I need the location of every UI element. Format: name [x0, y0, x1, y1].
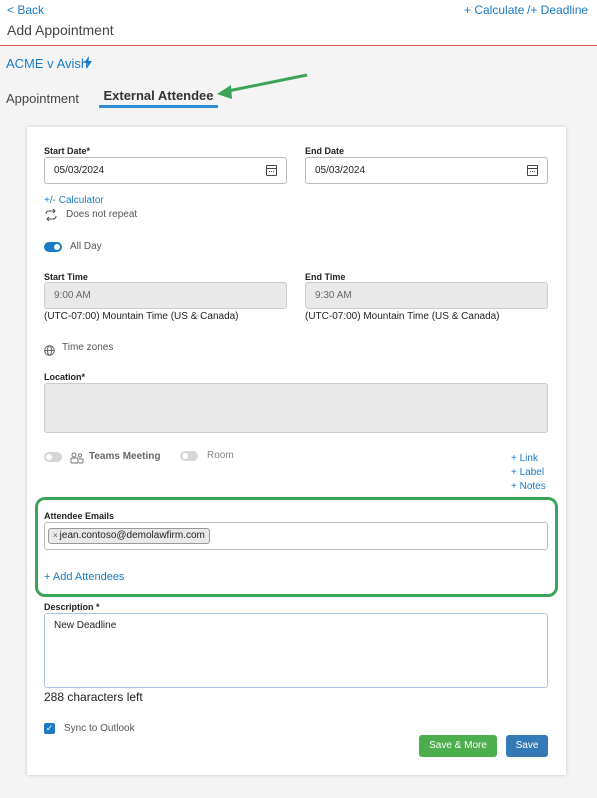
all-day-toggle[interactable] — [44, 242, 62, 252]
add-notes-button[interactable]: + Notes — [511, 481, 546, 492]
remove-icon[interactable]: × — [53, 531, 58, 540]
attendee-emails-label: Attendee Emails — [44, 511, 115, 521]
save-button[interactable]: Save — [506, 735, 548, 757]
case-link[interactable]: ACME v Avish — [6, 56, 88, 71]
room-toggle[interactable] — [180, 451, 198, 461]
calculator-link[interactable]: +/- Calculator — [44, 195, 104, 206]
back-link[interactable]: < Back — [7, 3, 44, 17]
start-date-value: 05/03/2024 — [54, 165, 105, 176]
location-field[interactable] — [44, 383, 548, 433]
repeat-label[interactable]: Does not repeat — [66, 209, 137, 220]
calculate-link[interactable]: + Calculate — [464, 3, 524, 17]
sync-checkbox[interactable]: ✓ — [44, 723, 55, 734]
calendar-icon[interactable] — [266, 165, 277, 176]
end-date-field[interactable]: 05/03/2024 — [305, 157, 548, 184]
end-time-label: End Time — [305, 272, 346, 282]
start-date-field[interactable]: 05/03/2024 — [44, 157, 287, 184]
sync-outlook-label: Sync to Outlook — [64, 723, 135, 734]
room-label: Room — [207, 450, 234, 461]
all-day-label: All Day — [70, 241, 102, 252]
start-timezone: (UTC-07:00) Mountain Time (US & Canada) — [44, 311, 239, 322]
attendee-email: jean.contoso@demolawfirm.com — [59, 530, 205, 541]
add-attendees-link[interactable]: + Add Attendees — [44, 571, 124, 583]
location-label: Location* — [44, 372, 86, 382]
page-title: Add Appointment — [7, 22, 114, 38]
teams-toggle[interactable] — [44, 452, 62, 462]
end-date-value: 05/03/2024 — [315, 165, 366, 176]
repeat-icon — [44, 208, 58, 226]
characters-left: 288 characters left — [44, 690, 143, 704]
description-label: Description * — [44, 602, 100, 612]
time-zones-link[interactable]: Time zones — [62, 342, 113, 353]
calendar-icon[interactable] — [527, 165, 538, 176]
end-timezone: (UTC-07:00) Mountain Time (US & Canada) — [305, 311, 500, 322]
start-time-field[interactable]: 9:00 AM — [44, 282, 287, 309]
globe-icon — [44, 343, 55, 361]
attendee-chip[interactable]: × jean.contoso@demolawfirm.com — [48, 528, 210, 544]
start-date-label: Start Date* — [44, 146, 91, 156]
tab-appointment[interactable]: Appointment — [6, 91, 79, 106]
teams-icon — [70, 451, 84, 469]
save-and-more-button[interactable]: Save & More — [419, 735, 497, 757]
add-link-button[interactable]: + Link — [511, 453, 538, 464]
end-date-label: End Date — [305, 146, 345, 156]
lightning-icon — [84, 56, 92, 72]
teams-meeting-label: Teams Meeting — [89, 451, 161, 462]
start-time-label: Start Time — [44, 272, 88, 282]
tab-external-attendee[interactable]: External Attendee — [99, 88, 218, 108]
deadline-link[interactable]: /+ Deadline — [527, 3, 588, 17]
add-label-button[interactable]: + Label — [511, 467, 544, 478]
end-time-field[interactable]: 9:30 AM — [305, 282, 548, 309]
green-arrow-icon — [215, 72, 310, 107]
description-textarea[interactable]: New Deadline — [44, 613, 548, 688]
